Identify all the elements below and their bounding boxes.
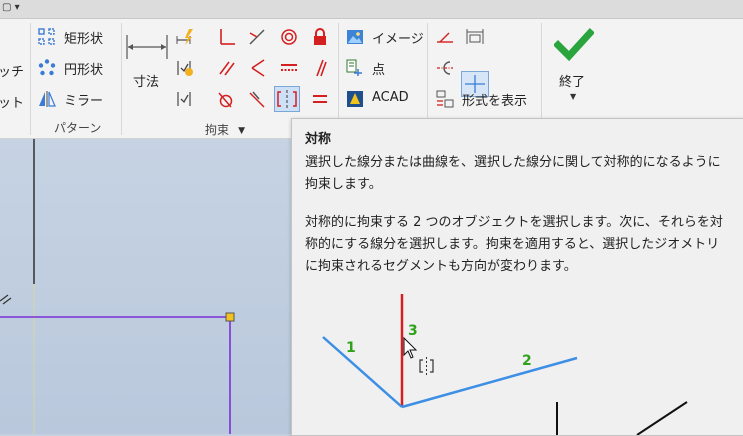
rect-pattern-button[interactable]: 矩形状 [38, 27, 118, 49]
tooltip-title: 対称 [305, 132, 332, 147]
image-button[interactable]: イメージ [346, 27, 426, 49]
finish-sketch-button[interactable]: 終了 ▼ [548, 25, 604, 111]
dimension-label: 寸法 [133, 75, 160, 90]
dimension-icon [126, 35, 168, 59]
quick-access-toolbar: ▢ ▾ [0, 0, 743, 19]
construction-icon[interactable] [436, 28, 454, 46]
show-format-button[interactable]: 形式を表示 [436, 89, 536, 111]
diagram-label-2: 2 [522, 353, 532, 369]
sketch-partial-label-2[interactable]: ット [0, 92, 24, 111]
point-button[interactable]: 点 [346, 58, 426, 80]
driven-dimension-icon[interactable] [466, 28, 484, 46]
show-format-label: 形式を表示 [462, 94, 528, 109]
show-format-icon [436, 90, 454, 108]
constraint-settings-icon[interactable] [176, 90, 194, 108]
show-constraints-icon[interactable] [176, 59, 194, 77]
parallel-icon[interactable] [218, 59, 236, 77]
finish-label: 終了 [559, 75, 586, 90]
finish-chevron-down-icon: ▼ [570, 92, 577, 101]
dimension-button[interactable]: 寸法 [126, 25, 170, 95]
image-label: イメージ [372, 32, 424, 47]
concentric-icon[interactable] [280, 28, 298, 46]
circ-pattern-icon [38, 59, 56, 76]
mirror-label: ミラー [64, 94, 104, 109]
coincident-icon[interactable] [248, 28, 266, 46]
vertical-icon[interactable] [311, 59, 329, 77]
smooth-icon[interactable] [248, 90, 266, 108]
equal-icon[interactable] [311, 90, 329, 108]
constraint-panel-label: 拘束 [205, 123, 230, 137]
collinear-icon[interactable] [248, 59, 266, 77]
auto-dimension-icon[interactable] [176, 28, 194, 46]
tooltip-diagram: 1 2 3 [322, 294, 688, 435]
rect-pattern-icon [38, 28, 55, 45]
acad-label: ACAD [372, 90, 409, 105]
fix-lock-icon[interactable] [311, 28, 329, 46]
diagram-label-3: 3 [408, 323, 418, 339]
chevron-down-icon: ▼ [238, 126, 246, 136]
rect-pattern-label: 矩形状 [64, 32, 104, 47]
qat-dropdown-icon[interactable]: ▢ ▾ [2, 2, 20, 13]
perpendicular-icon[interactable] [218, 28, 236, 46]
symmetric-tooltip: 対称 選択した線分または曲線を、選択した線分に関して対称的になるように拘束します… [291, 118, 743, 436]
pattern-panel-label: パターン [54, 121, 102, 135]
mirror-button[interactable]: ミラー [38, 89, 118, 111]
point-label: 点 [372, 63, 386, 78]
tooltip-description: 選択した線分または曲線を、選択した線分に関して対称的になるように拘束します。 [305, 155, 721, 192]
image-icon [347, 30, 363, 44]
sketch-partial-label-1[interactable]: ッチ [0, 61, 24, 80]
diagram-label-1: 1 [346, 340, 356, 356]
finish-check-icon [554, 28, 594, 62]
tooltip-details: 対称的に拘束する 2 つのオブジェクトを選択します。次に、それらを対称的にする線… [305, 215, 723, 274]
symmetric-icon[interactable] [274, 86, 300, 112]
circ-pattern-button[interactable]: 円形状 [38, 58, 118, 80]
tangent-icon[interactable] [218, 90, 236, 108]
circ-pattern-label: 円形状 [64, 63, 104, 78]
horizontal-icon[interactable] [280, 59, 298, 77]
acad-icon [347, 91, 363, 107]
point-icon [346, 59, 362, 76]
mirror-icon [39, 91, 56, 107]
acad-button[interactable]: ACAD [346, 89, 426, 111]
constraint-panel-dropdown[interactable]: 拘束 ▼ [205, 118, 245, 137]
centerline-icon[interactable] [436, 59, 454, 77]
